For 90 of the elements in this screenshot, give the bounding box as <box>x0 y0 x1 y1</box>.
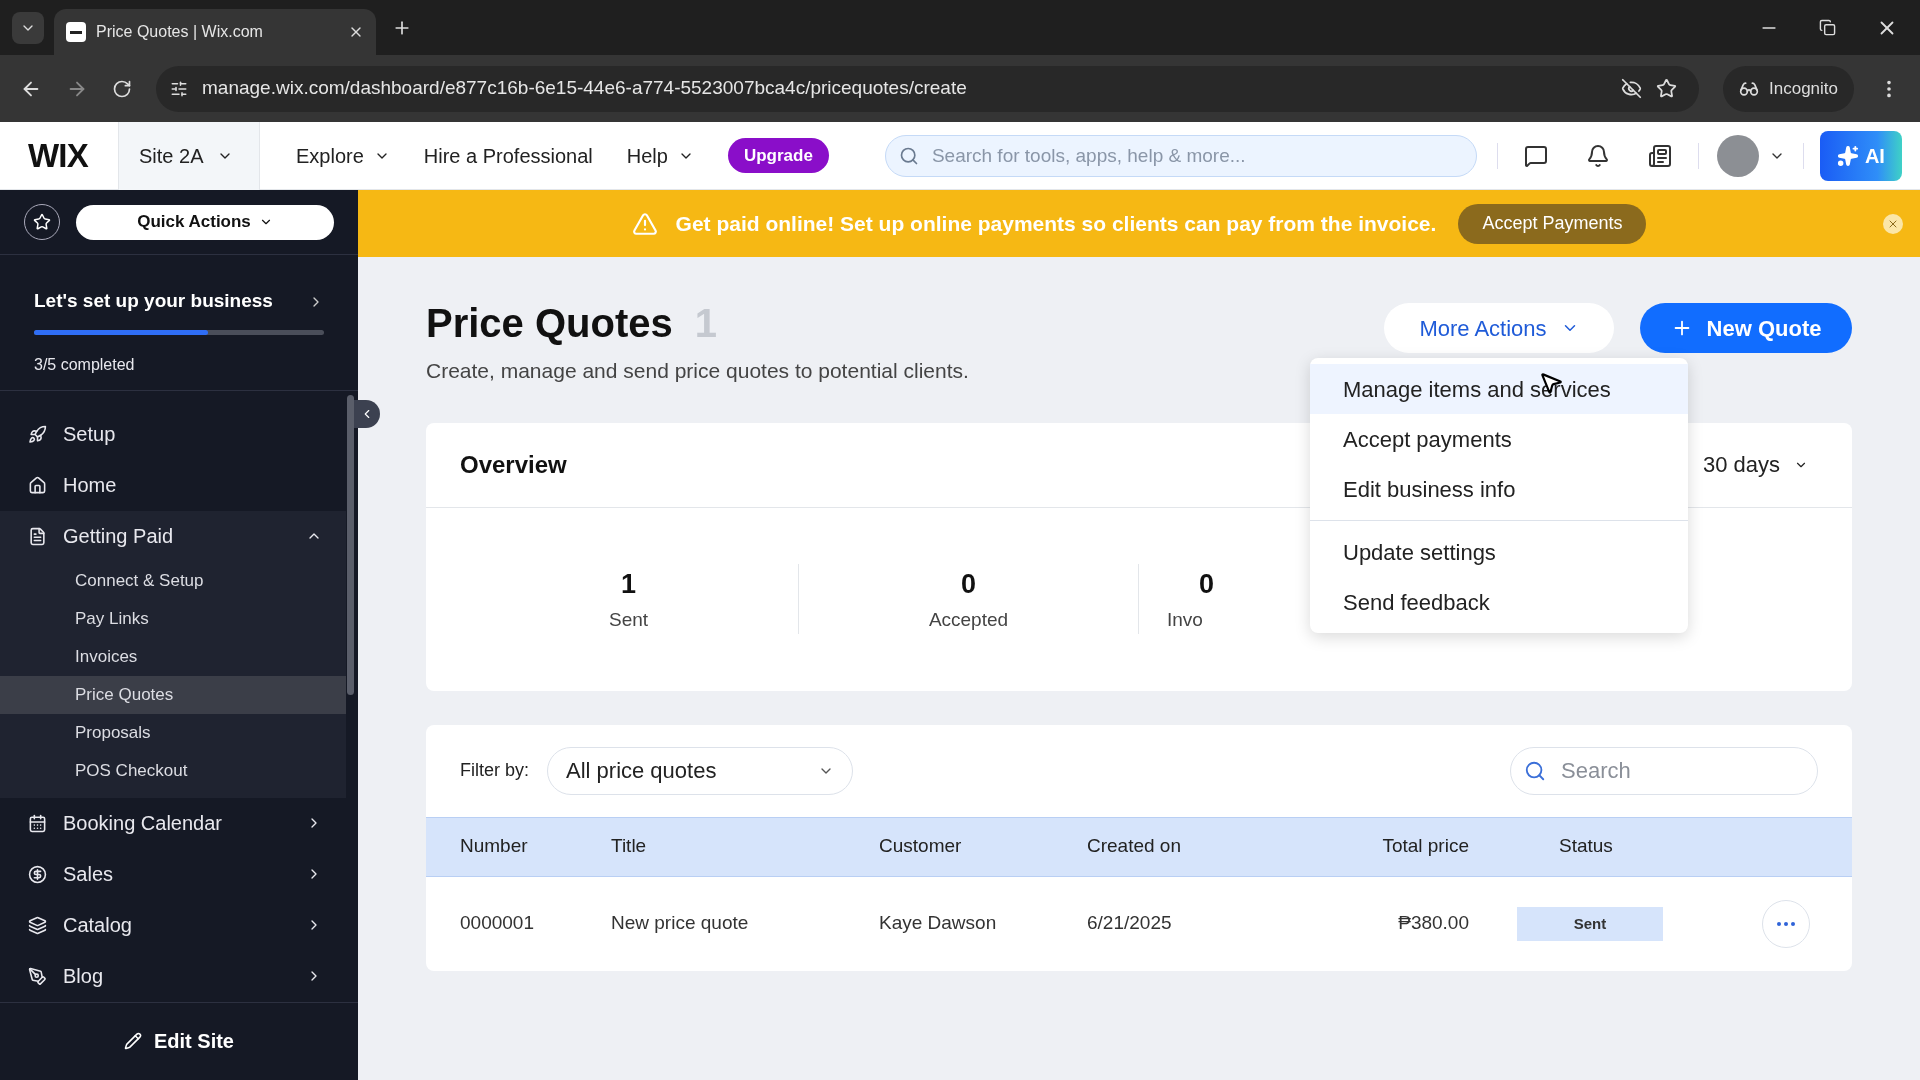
stat-label: Accepted <box>928 608 1009 632</box>
table-cell-text: New price quote <box>611 911 750 936</box>
stat-label: Invo <box>1167 608 1203 632</box>
bell-icon[interactable] <box>1585 143 1610 168</box>
sidebar-subitem[interactable]: Pay Links <box>0 599 346 638</box>
page-title: Price Quotes <box>426 300 673 347</box>
rocket-icon <box>28 424 47 444</box>
sidebar-subitem[interactable]: Proposals <box>0 713 346 752</box>
stat-label: Sent <box>608 608 649 632</box>
address-field[interactable]: manage.wix.com/dashboard/e877c16b-6e15-44e6-a774-5523007bca4c/pricequotes/create <box>156 65 1699 112</box>
sidebar-subitem[interactable]: POS Checkout <box>0 751 346 790</box>
sidebar-subitem[interactable]: Connect & Setup <box>0 561 346 600</box>
house-icon <box>28 475 47 495</box>
nav-menu-item[interactable]: Explore <box>296 140 390 171</box>
scrollbar-thumb[interactable] <box>347 395 354 695</box>
table-cell-text: 0000001 <box>459 911 535 936</box>
url-text: manage.wix.com/dashboard/e877c16b-6e15-44e6-a774-5523007bca4c/pricequotes/create <box>202 76 968 101</box>
reload-icon[interactable] <box>112 78 132 99</box>
table-search-field[interactable]: Search <box>1510 746 1818 795</box>
status-badge: Sent <box>1517 906 1663 941</box>
sidebar-item[interactable]: Setup <box>0 408 346 460</box>
table-cell-text: 6/21/2025 <box>1087 911 1173 936</box>
calendar-icon <box>28 813 47 833</box>
quick-actions-button[interactable]: Quick Actions <box>76 204 334 240</box>
banner-message: Get paid online! Set up online payments so clients can pay from the invoice. <box>675 210 1437 237</box>
tab-title: Price Quotes | Wix.com <box>96 22 264 42</box>
sidebar-subitem[interactable]: Price Quotes <box>0 675 346 714</box>
table-cell-text: Kaye Dawson <box>879 911 998 936</box>
stat-value: 1 <box>621 567 636 601</box>
upgrade-button[interactable]: Upgrade <box>727 138 829 173</box>
edit-site-button[interactable]: Edit Site <box>124 1026 234 1057</box>
column-header[interactable]: Status <box>1469 832 1669 861</box>
pencil-icon <box>124 1032 142 1051</box>
avatar <box>1716 134 1759 177</box>
table-cell-text: ₱380.00 <box>1397 911 1469 936</box>
site-selector[interactable]: Site 2A <box>118 121 260 190</box>
pen-nib-icon <box>28 966 47 986</box>
table-row[interactable]: 0000001 New price quote Kaye Dawson 6/21/2025 ₱380.00 Sent <box>426 876 1852 971</box>
sidebar-subitem[interactable]: Invoices <box>0 637 346 676</box>
date-range-dropdown[interactable]: 30 days <box>1702 448 1818 481</box>
page-subtitle: Create, manage and send price quotes to potential clients. <box>426 358 969 384</box>
filter-label: Filter by: <box>460 759 529 782</box>
document-icon <box>28 526 47 546</box>
sidebar-item[interactable]: Home <box>0 459 346 511</box>
collapse-sidebar-button[interactable] <box>354 400 380 428</box>
progress-text: 3/5 completed <box>34 354 136 375</box>
search-icon <box>1524 759 1546 782</box>
tab-list-button[interactable] <box>12 11 44 44</box>
search-field[interactable]: Search for tools, apps, help & more... <box>884 134 1477 177</box>
column-header[interactable]: Number <box>426 832 611 861</box>
stat-value: 0 <box>961 567 976 601</box>
menu-item[interactable]: Update settings <box>1310 527 1688 577</box>
incognito-badge[interactable]: Incognito <box>1723 65 1854 112</box>
ellipsis-icon <box>1777 921 1795 926</box>
sidebar-item[interactable]: Booking Calendar <box>0 797 346 849</box>
browser-tab[interactable]: Price Quotes | Wix.com <box>54 9 376 55</box>
sidebar-item[interactable]: Getting Paid <box>0 510 346 562</box>
bookmark-star-icon[interactable] <box>1656 78 1677 99</box>
wix-logo[interactable]: WIX <box>0 130 118 181</box>
column-header[interactable]: Title <box>611 832 879 861</box>
menu-item[interactable]: Send feedback <box>1310 577 1688 627</box>
column-header[interactable]: Created on <box>1087 832 1287 861</box>
column-header[interactable]: Customer <box>879 832 1087 861</box>
nav-menu-item[interactable]: Hire a Professional <box>423 140 593 171</box>
site-info-icon[interactable] <box>170 79 188 98</box>
star-icon <box>33 213 51 232</box>
sparkles-icon <box>1836 144 1859 167</box>
more-actions-button[interactable]: More Actions <box>1384 303 1614 353</box>
menu-item[interactable]: Accept payments <box>1310 414 1688 464</box>
favicon-icon <box>66 22 86 42</box>
column-header[interactable]: Total price <box>1287 832 1469 861</box>
stat-value: 0 <box>1198 567 1215 601</box>
overview-title: Overview <box>460 449 567 480</box>
sidebar-item[interactable]: Sales <box>0 848 346 900</box>
search-icon <box>898 145 919 166</box>
menu-item[interactable]: Edit business info <box>1310 464 1688 514</box>
setup-business-link[interactable]: Let's set up your business <box>34 287 324 316</box>
layers-icon <box>28 915 47 935</box>
accept-payments-button[interactable]: Accept Payments <box>1458 203 1647 244</box>
news-icon[interactable] <box>1647 143 1672 168</box>
chat-icon[interactable] <box>1523 143 1548 168</box>
nav-menu-item[interactable]: Help <box>626 140 694 171</box>
warning-icon <box>631 210 658 237</box>
close-banner-button[interactable] <box>1883 213 1903 234</box>
restore-icon[interactable] <box>1819 19 1836 36</box>
sidebar-item[interactable]: Catalog <box>0 899 346 951</box>
eye-off-icon[interactable] <box>1621 78 1642 99</box>
dollar-icon <box>28 864 47 884</box>
new-quote-button[interactable]: New Quote <box>1640 303 1852 353</box>
sidebar-item[interactable]: Blog <box>0 950 346 1002</box>
